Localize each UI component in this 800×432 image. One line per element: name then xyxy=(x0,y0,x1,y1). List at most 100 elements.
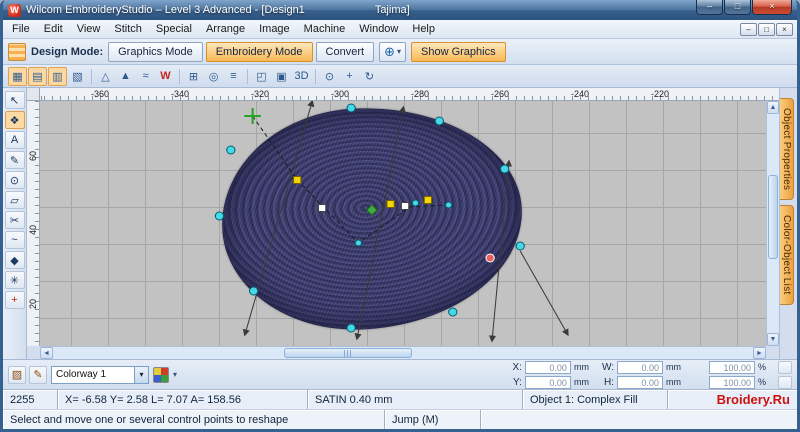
convert-button[interactable]: Convert xyxy=(315,41,375,62)
stitch-start-marker[interactable] xyxy=(366,204,378,216)
menu-item[interactable]: Special xyxy=(149,21,199,37)
wave-effect-icon[interactable]: ≈ xyxy=(136,67,155,86)
scissors-tool[interactable]: ✂ xyxy=(4,211,25,229)
fill-stitch-tool[interactable]: ◆ xyxy=(4,251,25,269)
scroll-left-button[interactable]: ◄ xyxy=(40,347,53,359)
florentine-effect-icon[interactable]: W xyxy=(156,67,175,86)
pen-tool[interactable]: ✎ xyxy=(4,151,25,169)
chevron-down-icon[interactable]: ▾ xyxy=(173,370,177,379)
separator[interactable] xyxy=(91,68,92,84)
selection-handle[interactable] xyxy=(448,307,458,317)
maximize-button[interactable]: □ xyxy=(724,0,751,15)
menu-item[interactable]: File xyxy=(5,21,37,37)
menu-item[interactable]: Help xyxy=(405,21,442,37)
doc-restore-button[interactable]: □ xyxy=(758,22,775,36)
zoom-tool[interactable]: ⊙ xyxy=(4,171,25,189)
hoop-globe-button[interactable]: ⊕ ▾ xyxy=(379,41,406,62)
control-point[interactable] xyxy=(445,201,453,209)
menu-item[interactable]: Stitch xyxy=(107,21,149,37)
menu-item[interactable]: Machine xyxy=(297,21,353,37)
hoop-icon[interactable]: ◎ xyxy=(204,67,223,86)
separator[interactable] xyxy=(179,68,180,84)
field-input[interactable]: 100.00 xyxy=(709,375,755,389)
stitch-end-marker[interactable] xyxy=(485,253,495,263)
control-point[interactable] xyxy=(293,176,302,184)
entry-point-marker[interactable] xyxy=(244,108,261,124)
minimize-button[interactable]: – xyxy=(696,0,723,15)
selection-handle[interactable] xyxy=(434,116,444,126)
selection-handle[interactable] xyxy=(226,145,236,155)
horizontal-scroll-track[interactable] xyxy=(53,347,753,359)
outline-tool[interactable]: ▱ xyxy=(4,191,25,209)
stitch-angle-arrow[interactable] xyxy=(354,105,406,341)
selection-handle[interactable] xyxy=(248,286,259,296)
control-point[interactable] xyxy=(386,200,395,208)
satin-fill-icon[interactable]: ▤ xyxy=(28,66,47,86)
vertical-scrollbar[interactable]: ▲ ▼ xyxy=(766,101,779,346)
field-input[interactable]: 0.00 xyxy=(617,360,663,374)
control-point[interactable] xyxy=(411,199,420,207)
scroll-up-button[interactable]: ▲ xyxy=(767,101,779,114)
stitch-angle-arrow[interactable] xyxy=(519,250,569,337)
separator[interactable] xyxy=(247,68,248,84)
overview-window-icon[interactable]: ◰ xyxy=(252,67,271,86)
reshape-tool[interactable]: ❖ xyxy=(4,111,25,129)
tatami-fill-icon[interactable]: ▥ xyxy=(48,66,67,86)
lettering-tool[interactable]: A xyxy=(4,131,25,149)
selection-handle[interactable] xyxy=(515,241,525,251)
grid-icon[interactable]: ⊞ xyxy=(184,67,203,86)
control-point[interactable] xyxy=(317,204,327,212)
control-point[interactable] xyxy=(354,239,363,247)
embroidery-mode-button[interactable]: Embroidery Mode xyxy=(205,41,313,62)
scroll-right-button[interactable]: ► xyxy=(753,347,766,359)
star-tool[interactable]: ✳ xyxy=(4,271,25,289)
job-icon[interactable] xyxy=(8,42,26,61)
selection-handle[interactable] xyxy=(499,164,510,174)
color-film-icon[interactable]: ▣ xyxy=(272,67,291,86)
smooth-join-icon[interactable]: ▲ xyxy=(116,67,135,86)
edit-color-icon[interactable]: ✎ xyxy=(29,365,47,384)
control-point[interactable] xyxy=(423,196,433,204)
field-input[interactable]: 0.00 xyxy=(524,360,571,374)
aspect-lock-button[interactable] xyxy=(778,375,792,389)
3d-view-icon[interactable]: 3D xyxy=(292,67,311,86)
selection-handle[interactable] xyxy=(346,103,356,113)
add-node-tool[interactable]: + xyxy=(4,291,25,309)
run-stitch-tool[interactable]: ~ xyxy=(4,231,25,249)
field-input[interactable]: 0.00 xyxy=(524,375,571,389)
show-graphics-button[interactable]: Show Graphics xyxy=(411,41,506,62)
tab-color-object-list[interactable]: Color-Object List xyxy=(780,205,794,305)
pan-icon[interactable]: + xyxy=(340,67,359,86)
scroll-down-button[interactable]: ▼ xyxy=(767,333,779,346)
vertical-scroll-thumb[interactable] xyxy=(768,175,778,260)
stitch-angle-arrow[interactable] xyxy=(488,159,513,343)
pattern-stitch-icon[interactable]: ▦ xyxy=(8,66,27,86)
motif-fill-icon[interactable]: ▧ xyxy=(68,67,87,86)
menu-item[interactable]: Image xyxy=(252,21,297,37)
color-wheel-icon[interactable] xyxy=(153,366,169,383)
tab-object-properties[interactable]: Object Properties xyxy=(780,98,794,201)
chevron-down-icon[interactable]: ▾ xyxy=(134,366,148,383)
horizontal-scroll-thumb[interactable] xyxy=(284,348,412,358)
close-button[interactable]: × xyxy=(752,0,792,15)
colorway-editor-icon[interactable]: ▨ xyxy=(8,365,26,384)
menu-item[interactable]: View xyxy=(70,21,108,37)
field-input[interactable]: 100.00 xyxy=(709,360,755,374)
auto-corner-icon[interactable]: △ xyxy=(96,67,115,86)
doc-close-button[interactable]: × xyxy=(776,22,793,36)
menu-item[interactable]: Arrange xyxy=(199,21,252,37)
zoom-icon[interactable]: ⊙ xyxy=(320,67,339,86)
field-input[interactable]: 0.00 xyxy=(616,375,663,389)
selection-handle[interactable] xyxy=(346,323,356,333)
control-point[interactable] xyxy=(400,202,410,210)
aspect-lock-button[interactable] xyxy=(778,360,792,374)
select-tool[interactable]: ↖ xyxy=(4,91,25,109)
colorway-select[interactable]: Colorway 1 ▾ xyxy=(51,365,149,384)
separator[interactable] xyxy=(315,68,316,84)
selection-handle[interactable] xyxy=(214,211,225,221)
graphics-mode-button[interactable]: Graphics Mode xyxy=(108,41,203,62)
ruler-icon[interactable]: ≡ xyxy=(224,67,243,86)
redraw-icon[interactable]: ↻ xyxy=(360,67,379,86)
menu-item[interactable]: Edit xyxy=(37,21,70,37)
menu-item[interactable]: Window xyxy=(352,21,405,37)
